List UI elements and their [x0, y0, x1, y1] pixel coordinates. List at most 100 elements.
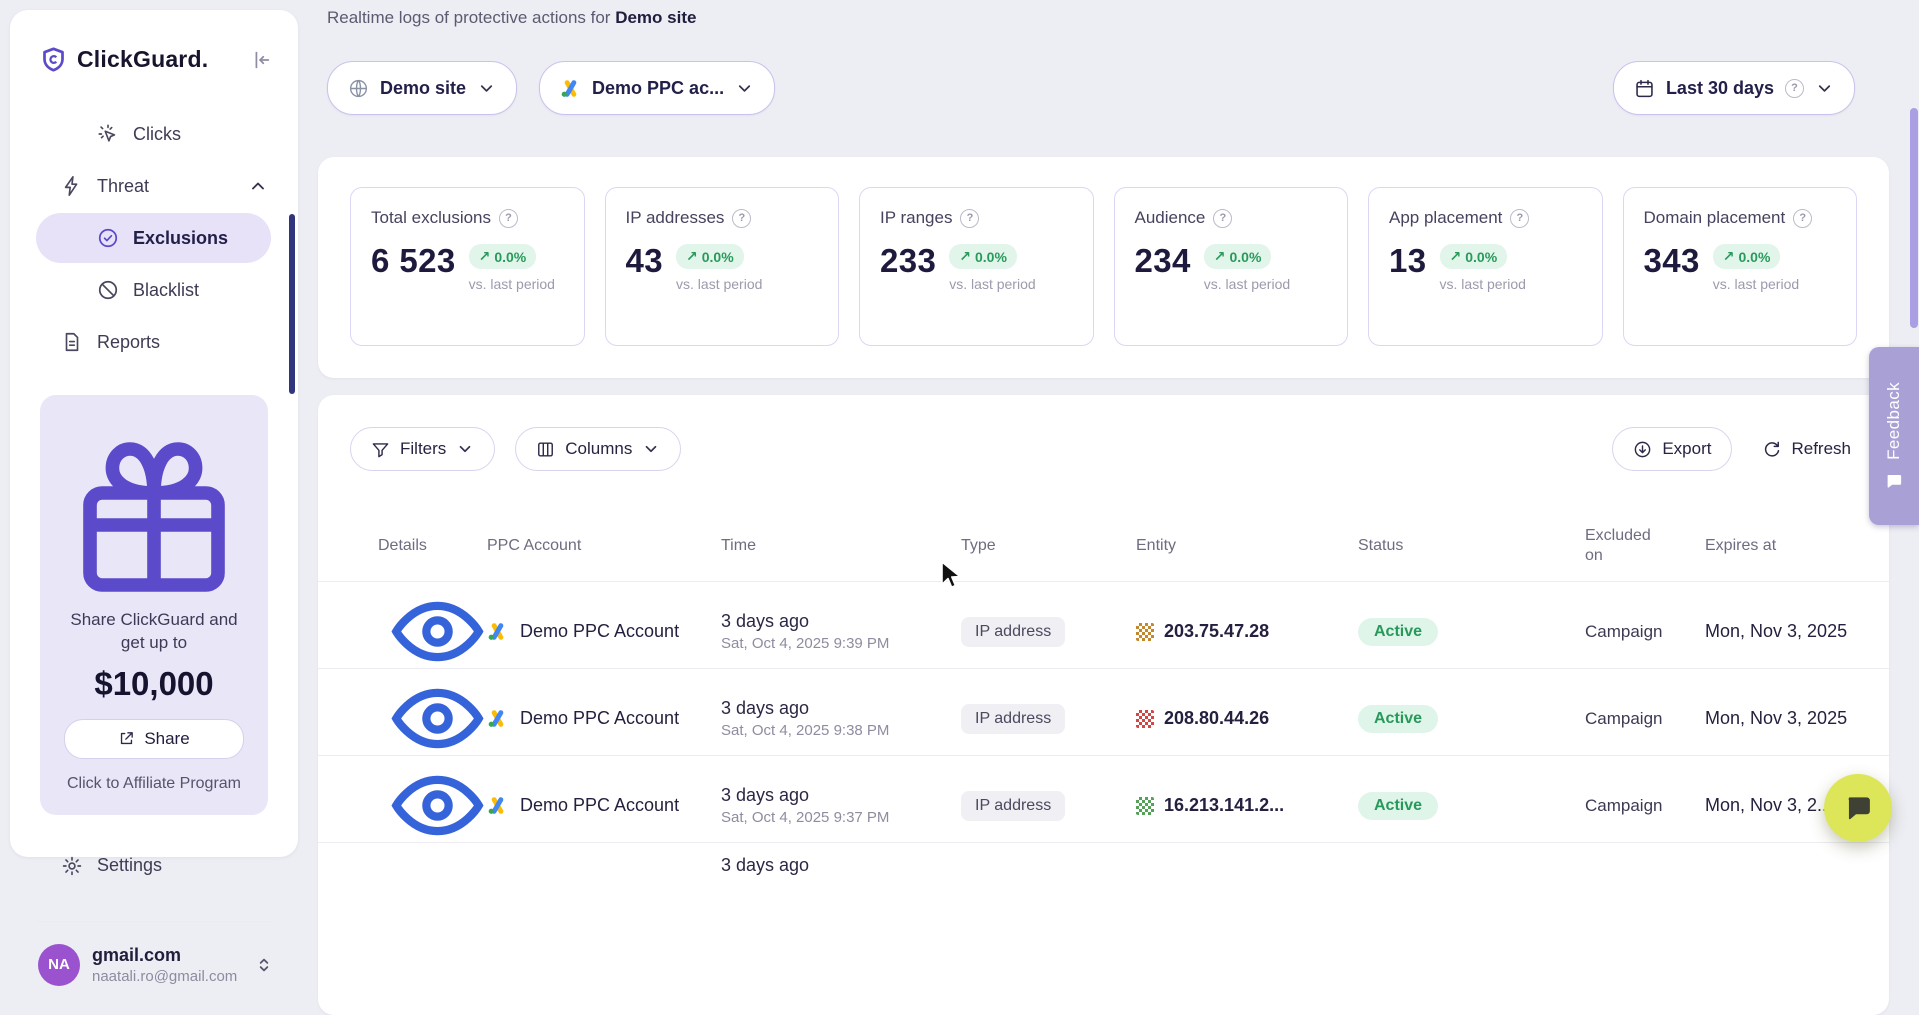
stats-panel: Total exclusions? 6 523 ↗0.0% vs. last p… [318, 157, 1889, 378]
entity-identicon [1136, 710, 1154, 728]
sidebar-scrollbar-thumb[interactable] [289, 214, 295, 394]
type-badge: IP address [961, 617, 1065, 647]
share-button[interactable]: Share [64, 719, 244, 759]
export-button-label: Export [1662, 439, 1711, 459]
help-icon[interactable]: ? [1793, 209, 1812, 228]
avatar: NA [38, 944, 80, 986]
type-badge: IP address [961, 791, 1065, 821]
sidebar-item-label: Exclusions [133, 228, 228, 249]
chevron-down-icon [477, 79, 496, 98]
trend-up-icon: ↗ [959, 248, 971, 265]
sidebar-item-exclusions[interactable]: Exclusions [36, 213, 271, 263]
table-row[interactable]: Demo PPC Account 3 days ago Sat, Oct 4, … [318, 756, 1889, 843]
type-badge: IP address [961, 704, 1065, 734]
table-row[interactable]: Demo PPC Account 3 days ago Sat, Oct 4, … [318, 669, 1889, 756]
calendar-icon [1634, 78, 1655, 99]
globe-icon [348, 78, 369, 99]
chevron-down-icon [735, 79, 754, 98]
stat-label: Total exclusions [371, 208, 491, 228]
stat-caption: vs. last period [676, 276, 762, 292]
table-row[interactable]: Demo PPC Account 3 days ago Sat, Oct 4, … [318, 582, 1889, 669]
time-relative: 3 days ago [721, 785, 961, 806]
refresh-button-label: Refresh [1791, 439, 1851, 459]
chevron-down-icon [1815, 79, 1834, 98]
stat-card-total-exclusions: Total exclusions? 6 523 ↗0.0% vs. last p… [350, 187, 585, 346]
help-icon[interactable]: ? [732, 209, 751, 228]
export-button[interactable]: Export [1612, 427, 1732, 471]
entity-value: 208.80.44.26 [1164, 708, 1269, 729]
trend-up-icon: ↗ [479, 248, 491, 265]
trend-badge: ↗0.0% [1204, 244, 1272, 269]
column-header-expires-at: Expires at [1705, 537, 1857, 555]
columns-button[interactable]: Columns [515, 427, 681, 471]
filters-button[interactable]: Filters [350, 427, 495, 471]
download-icon [1633, 440, 1652, 459]
refresh-icon [1762, 440, 1781, 459]
clicks-icon [97, 123, 119, 145]
google-ads-icon [487, 621, 508, 642]
affiliate-program-link[interactable]: Click to Affiliate Program [58, 775, 250, 793]
sidebar-item-label: Reports [97, 332, 160, 353]
sidebar-item-settings[interactable]: Settings [10, 841, 298, 891]
trend-value: 0.0% [1739, 249, 1771, 265]
trend-value: 0.0% [975, 249, 1007, 265]
window-scrollbar-thumb[interactable] [1910, 108, 1918, 328]
external-link-icon [118, 730, 135, 747]
sidebar-item-reports[interactable]: Reports [10, 317, 298, 367]
filter-icon [371, 440, 390, 459]
sidebar-item-threat[interactable]: Threat [10, 161, 298, 211]
chevron-up-down-icon[interactable] [254, 955, 274, 975]
sidebar-nav: Clicks Threat Exclusions [10, 109, 298, 367]
column-header-type: Type [961, 537, 1136, 555]
view-details-eye-icon[interactable] [388, 582, 487, 681]
stat-caption: vs. last period [469, 276, 555, 292]
gear-icon [61, 855, 83, 877]
stat-label: Audience [1135, 208, 1206, 228]
refresh-button[interactable]: Refresh [1756, 427, 1857, 471]
feedback-tab[interactable]: Feedback [1869, 347, 1919, 525]
trend-badge: ↗0.0% [469, 244, 537, 269]
stat-label: IP addresses [626, 208, 725, 228]
user-email: naatali.ro@gmail.com [92, 968, 242, 985]
logo-text: ClickGuard. [77, 46, 240, 73]
feedback-chat-icon [1885, 472, 1903, 490]
chat-launcher-button[interactable] [1824, 774, 1892, 842]
sidebar-item-label: Settings [97, 855, 162, 876]
view-details-eye-icon[interactable] [388, 756, 487, 855]
table-row-partial[interactable]: 3 days ago [318, 843, 1889, 929]
help-icon[interactable]: ? [1510, 209, 1529, 228]
ppc-account-name: Demo PPC Account [520, 795, 679, 816]
ppc-account-selector[interactable]: Demo PPC ac... [539, 61, 775, 115]
table-toolbar: Filters Columns Export [318, 427, 1889, 471]
sidebar-item-clicks[interactable]: Clicks [36, 109, 271, 159]
google-ads-icon [487, 795, 508, 816]
chevron-up-icon [248, 176, 268, 196]
site-selector[interactable]: Demo site [327, 61, 517, 115]
column-header-time: Time [721, 537, 961, 555]
date-range-label: Last 30 days [1666, 78, 1774, 99]
blocked-icon [97, 279, 119, 301]
trend-value: 0.0% [1465, 249, 1497, 265]
stat-label: IP ranges [880, 208, 952, 228]
help-icon[interactable]: ? [1213, 209, 1232, 228]
view-details-eye-icon[interactable] [388, 669, 487, 768]
filters-button-label: Filters [400, 439, 446, 459]
sidebar-item-blacklist[interactable]: Blacklist [36, 265, 271, 315]
promo-amount: $10,000 [58, 665, 250, 703]
help-icon[interactable]: ? [499, 209, 518, 228]
sidebar: ClickGuard. Clicks Threat [10, 10, 298, 857]
column-header-entity: Entity [1136, 537, 1358, 555]
user-account-row[interactable]: NA gmail.com naatali.ro@gmail.com [10, 922, 298, 986]
time-absolute: Sat, Oct 4, 2025 9:39 PM [721, 635, 961, 652]
time-absolute: Sat, Oct 4, 2025 9:37 PM [721, 809, 961, 826]
help-icon[interactable]: ? [960, 209, 979, 228]
date-range-selector[interactable]: Last 30 days ? [1613, 61, 1855, 115]
trend-badge: ↗0.0% [949, 244, 1017, 269]
trend-value: 0.0% [1230, 249, 1262, 265]
threat-icon [61, 175, 83, 197]
collapse-sidebar-icon[interactable] [250, 49, 272, 71]
table-header-row: Details PPC Account Time Type Entity Sta… [318, 511, 1889, 582]
stat-card-domain-placement: Domain placement? 343 ↗0.0% vs. last per… [1623, 187, 1858, 346]
time-relative: 3 days ago [721, 698, 961, 719]
entity-value: 16.213.141.2... [1164, 795, 1284, 816]
